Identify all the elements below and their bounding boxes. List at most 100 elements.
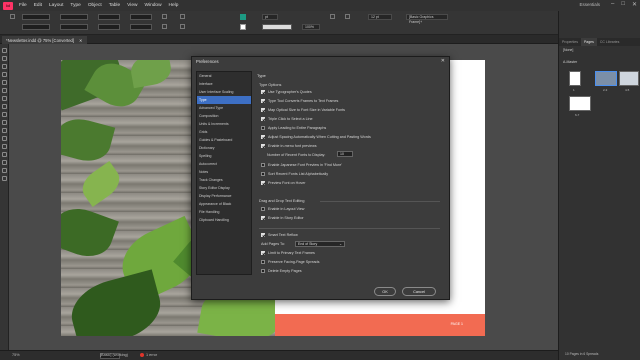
rectangle-tool-icon[interactable] <box>2 120 7 125</box>
checkbox[interactable] <box>261 163 265 167</box>
menu-item-table[interactable]: Table <box>109 3 120 8</box>
category-item[interactable]: Clipboard Handling <box>197 216 251 224</box>
category-item[interactable]: Grids <box>197 128 251 136</box>
document-tab[interactable]: *Newsletter.indd @ 75% [Converted] ✕ <box>2 36 87 44</box>
shear-field[interactable] <box>130 24 152 30</box>
option-font-previews[interactable]: Enable in-menu font previews <box>261 144 317 148</box>
page-thumbnail[interactable] <box>595 71 617 86</box>
hand-tool-icon[interactable] <box>2 168 7 173</box>
menu-item-layout[interactable]: Layout <box>49 3 63 8</box>
stroke-weight-field[interactable]: pt <box>262 14 278 20</box>
width-field[interactable] <box>60 14 88 20</box>
checkbox[interactable] <box>261 207 265 211</box>
checkbox[interactable] <box>261 251 265 255</box>
line-tool-icon[interactable] <box>2 88 7 93</box>
workspace-switcher[interactable]: Essentials <box>579 2 600 7</box>
menu-item-file[interactable]: File <box>19 3 27 8</box>
close-tab-icon[interactable]: ✕ <box>79 38 83 43</box>
category-item[interactable]: Interface <box>197 80 251 88</box>
checkbox[interactable] <box>261 144 265 148</box>
category-item[interactable]: Type <box>197 96 251 104</box>
option-typographers-quotes[interactable]: Use Typographer's Quotes <box>261 90 312 94</box>
tab-pages[interactable]: Pages <box>580 38 597 46</box>
drop-shadow-icon[interactable] <box>330 14 335 19</box>
checkbox[interactable] <box>261 117 265 121</box>
option-limit-primary[interactable]: Limit to Primary Text Frames <box>261 251 315 255</box>
gradient-tool-icon[interactable] <box>2 144 7 149</box>
checkbox[interactable] <box>261 233 265 237</box>
menu-item-view[interactable]: View <box>127 3 137 8</box>
option-japanese-preview[interactable]: Enable Japanese Font Preview in 'Find Mo… <box>261 163 342 167</box>
checkbox[interactable] <box>261 99 265 103</box>
type-tool-icon[interactable] <box>2 80 7 85</box>
category-item[interactable]: Story Editor Display <box>197 184 251 192</box>
checkbox[interactable] <box>261 216 265 220</box>
option-preview-on-hover[interactable]: Preview Font on Hover <box>261 181 306 185</box>
transform-tool-icon[interactable] <box>2 136 7 141</box>
reference-point-icon[interactable] <box>10 14 15 19</box>
checkbox[interactable] <box>261 90 265 94</box>
category-item[interactable]: Dictionary <box>197 144 251 152</box>
option-enable-layout-view[interactable]: Enable in Layout View <box>261 207 304 211</box>
checkbox[interactable] <box>261 172 265 176</box>
minimize-icon[interactable]: – <box>611 1 614 8</box>
direct-selection-tool-icon[interactable] <box>2 56 7 61</box>
scale-x-field[interactable] <box>98 14 120 20</box>
category-item[interactable]: Guides & Pasteboard <box>197 136 251 144</box>
recent-fonts-field[interactable]: 10 <box>337 151 353 157</box>
eyedropper-tool-icon[interactable] <box>2 160 7 165</box>
maximize-icon[interactable]: □ <box>621 1 625 8</box>
object-style-select[interactable]: [Basic Graphics Frame]+ <box>406 14 448 24</box>
page-thumbnail[interactable] <box>569 96 591 111</box>
note-tool-icon[interactable] <box>2 152 7 157</box>
scale-y-field[interactable] <box>98 24 120 30</box>
stroke-type-select[interactable] <box>262 24 292 30</box>
checkbox[interactable] <box>261 260 265 264</box>
x-field[interactable] <box>22 14 50 20</box>
page-thumbnail[interactable] <box>619 71 639 86</box>
rectangle-frame-tool-icon[interactable] <box>2 112 7 117</box>
menu-item-help[interactable]: Help <box>169 3 179 8</box>
menu-item-object[interactable]: Object <box>88 3 102 8</box>
category-item[interactable]: Track Changes <box>197 176 251 184</box>
pencil-tool-icon[interactable] <box>2 104 7 109</box>
option-triple-click[interactable]: Triple Click to Select a Line <box>261 117 313 121</box>
tab-cc-libraries[interactable]: CC Libraries <box>597 38 622 46</box>
category-item[interactable]: Advanced Type <box>197 104 251 112</box>
category-item[interactable]: Display Performance <box>197 192 251 200</box>
rotate-icon[interactable] <box>162 14 167 19</box>
category-item[interactable]: General <box>197 72 251 80</box>
checkbox[interactable] <box>261 135 265 139</box>
checkbox[interactable] <box>261 269 265 273</box>
opacity-field[interactable]: 100% <box>302 24 320 30</box>
scissors-tool-icon[interactable] <box>2 128 7 133</box>
flip-icon[interactable] <box>162 24 167 29</box>
menu-item-window[interactable]: Window <box>144 3 161 8</box>
checkbox[interactable] <box>261 108 265 112</box>
ok-button[interactable]: OK <box>374 287 396 296</box>
option-type-tool-converts[interactable]: Type Tool Converts Frames to Text Frames <box>261 99 338 103</box>
category-item[interactable]: Units & Increments <box>197 120 251 128</box>
fill-swatch[interactable] <box>240 14 246 20</box>
footer-band[interactable]: PAGE 1 <box>275 314 485 336</box>
checkbox[interactable] <box>261 181 265 185</box>
option-sort-recent-fonts[interactable]: Sort Recent Fonts List Alphabetically <box>261 172 328 176</box>
zoom-tool-icon[interactable] <box>2 176 7 181</box>
fx-icon[interactable] <box>345 14 350 19</box>
add-pages-select[interactable]: End of Story ⌄ <box>295 241 345 247</box>
y-field[interactable] <box>22 24 50 30</box>
category-item[interactable]: Composition <box>197 112 251 120</box>
close-window-icon[interactable]: ✕ <box>632 1 637 8</box>
menu-item-type[interactable]: Type <box>70 3 80 8</box>
category-item[interactable]: Appearance of Black <box>197 200 251 208</box>
select-content-icon[interactable] <box>180 24 185 29</box>
option-enable-story-editor[interactable]: Enable in Story Editor <box>261 216 304 220</box>
selection-tool-icon[interactable] <box>2 48 7 53</box>
stroke-weight-select[interactable]: 12 pt <box>368 14 392 20</box>
cancel-button[interactable]: Cancel <box>402 287 436 296</box>
preflight-status[interactable]: 1 error <box>140 353 157 357</box>
none-master[interactable]: [None] <box>563 48 573 52</box>
a-master[interactable]: A-Master <box>563 60 577 64</box>
checkbox[interactable] <box>261 126 265 130</box>
height-field[interactable] <box>60 24 88 30</box>
